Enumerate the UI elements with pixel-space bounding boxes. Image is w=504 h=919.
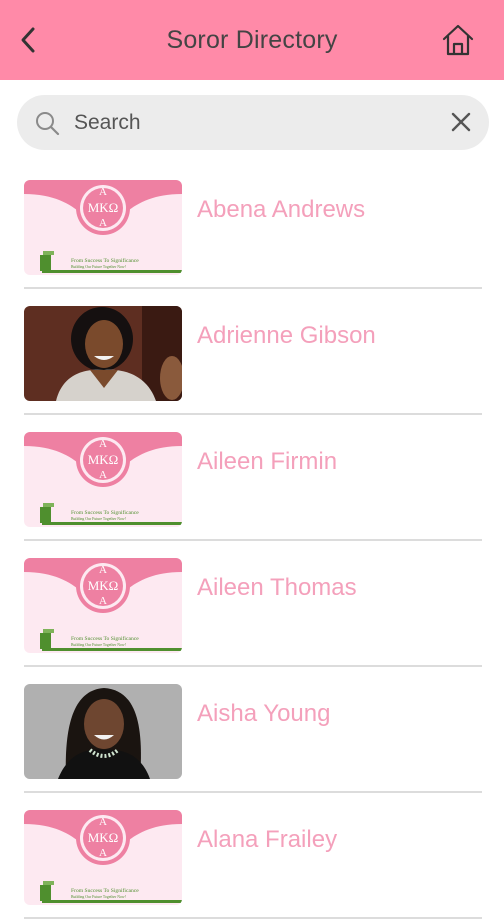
member-list-item[interactable]: Adrienne Gibson — [0, 289, 504, 415]
member-name: Aileen Firmin — [197, 448, 338, 475]
app-header: Soror Directory — [0, 0, 504, 80]
logo-top-letter: A — [99, 816, 107, 828]
sorority-logo-thumbnail: A ΜΚΩ A From Success To Significance Bui… — [24, 810, 182, 905]
logo-tagline: Building Our Future Together Now! — [71, 517, 126, 521]
member-photo — [24, 306, 182, 401]
member-list-item[interactable]: A ΜΚΩ A From Success To Significance Bui… — [0, 541, 504, 667]
logo-greek-letters: ΜΚΩ — [88, 578, 119, 593]
search-icon — [36, 112, 60, 136]
member-thumbnail: A ΜΚΩ A From Success To Significance Bui… — [24, 180, 182, 275]
member-name: Abena Andrews — [197, 196, 366, 223]
member-name: Aisha Young — [197, 700, 331, 727]
logo-greek-letters: ΜΚΩ — [88, 452, 119, 467]
member-photo — [24, 684, 182, 779]
chevron-left-icon — [21, 27, 35, 53]
sorority-logo-thumbnail: A ΜΚΩ A From Success To Significance Bui… — [24, 558, 182, 653]
logo-motto: From Success To Significance — [71, 257, 139, 264]
logo-bottom-letter: A — [99, 847, 107, 859]
logo-bottom-letter: A — [99, 595, 107, 607]
member-thumbnail: A ΜΚΩ A From Success To Significance Bui… — [24, 432, 182, 527]
logo-top-letter: A — [99, 564, 107, 576]
logo-tagline: Building Our Future Together Now! — [71, 265, 126, 269]
member-list-item[interactable]: A ΜΚΩ A From Success To Significance Bui… — [0, 163, 504, 289]
logo-bottom-letter: A — [99, 217, 107, 229]
logo-top-letter: A — [99, 186, 107, 198]
sorority-logo-thumbnail: A ΜΚΩ A From Success To Significance Bui… — [24, 432, 182, 527]
member-list-item[interactable]: Aisha Young — [0, 667, 504, 793]
member-list-item[interactable]: A ΜΚΩ A From Success To Significance Bui… — [0, 415, 504, 541]
logo-motto: From Success To Significance — [71, 635, 139, 642]
logo-top-letter: A — [99, 438, 107, 450]
logo-tagline: Building Our Future Together Now! — [71, 643, 126, 647]
member-thumbnail: A ΜΚΩ A From Success To Significance Bui… — [24, 810, 182, 905]
member-thumbnail — [24, 306, 182, 401]
logo-greek-letters: ΜΚΩ — [88, 830, 119, 845]
search-bar — [17, 95, 489, 150]
member-list-item[interactable]: A ΜΚΩ A From Success To Significance Bui… — [0, 793, 504, 919]
member-thumbnail: A ΜΚΩ A From Success To Significance Bui… — [24, 558, 182, 653]
member-name: Aileen Thomas — [197, 574, 357, 601]
member-name: Alana Frailey — [197, 826, 338, 853]
home-icon — [442, 24, 474, 56]
member-list: A ΜΚΩ A From Success To Significance Bui… — [0, 163, 504, 919]
logo-bottom-letter: A — [99, 469, 107, 481]
search-input[interactable] — [72, 105, 436, 141]
clear-search-icon[interactable] — [447, 108, 475, 136]
member-thumbnail — [24, 684, 182, 779]
home-button[interactable] — [440, 22, 476, 58]
page-title: Soror Directory — [166, 25, 338, 54]
logo-tagline: Building Our Future Together Now! — [71, 895, 126, 899]
logo-motto: From Success To Significance — [71, 887, 139, 894]
logo-greek-letters: ΜΚΩ — [88, 200, 119, 215]
back-button[interactable] — [14, 22, 44, 58]
logo-motto: From Success To Significance — [71, 509, 139, 516]
sorority-logo-thumbnail: A ΜΚΩ A From Success To Significance Bui… — [24, 180, 182, 275]
member-name: Adrienne Gibson — [197, 322, 376, 349]
